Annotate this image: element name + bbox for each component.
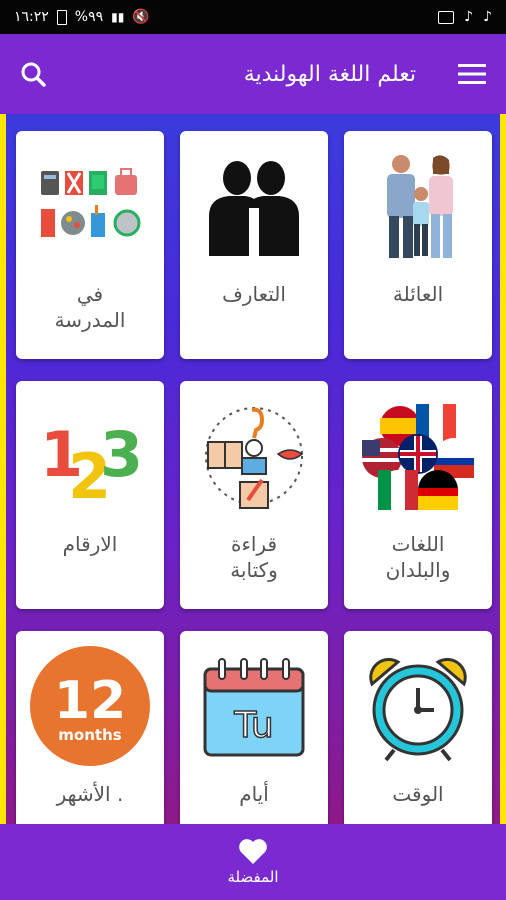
reading-writing-icon bbox=[180, 381, 328, 531]
menu-icon[interactable] bbox=[458, 63, 486, 85]
tiktok-icon-2: ♪ bbox=[483, 9, 492, 25]
category-card-numbers[interactable]: 1 2 3 الارقام bbox=[16, 381, 164, 609]
status-bar: ١٦:٢٢ %٩٩ ▮▮ 🔇 ♪ ♪ bbox=[0, 0, 506, 34]
battery-level: %٩٩ bbox=[74, 9, 104, 25]
category-label: التعارف bbox=[222, 282, 286, 306]
tiktok-icon: ♪ bbox=[464, 9, 474, 25]
category-card-languages[interactable]: اللغات والبلدان bbox=[344, 381, 492, 609]
alarm-clock-icon bbox=[344, 631, 492, 781]
category-label: اللغات والبلدان bbox=[385, 532, 451, 582]
svg-text:12: 12 bbox=[54, 671, 126, 731]
signal-icon: ▮▮ bbox=[111, 10, 125, 24]
app-bar: تعلم اللغة الهولندية bbox=[0, 34, 506, 114]
category-label: قراءة وكتابة bbox=[230, 532, 278, 582]
status-right: ♪ ♪ bbox=[438, 9, 492, 25]
gallery-icon bbox=[438, 10, 455, 24]
category-label: أيام bbox=[239, 782, 269, 806]
family-photo-icon bbox=[344, 131, 492, 281]
category-card-school[interactable]: في المدرسة bbox=[16, 131, 164, 359]
battery-icon bbox=[56, 9, 67, 25]
category-card-family[interactable]: العائلة bbox=[344, 131, 492, 359]
heart-icon[interactable] bbox=[238, 838, 268, 864]
category-label: الارقام bbox=[62, 532, 118, 556]
svg-text:Tu: Tu bbox=[233, 705, 273, 746]
school-supplies-icon bbox=[16, 131, 164, 281]
category-label: العائلة bbox=[392, 282, 444, 306]
flags-icon bbox=[344, 381, 492, 531]
people-silhouette-icon bbox=[180, 131, 328, 281]
clock: ١٦:٢٢ bbox=[14, 9, 49, 25]
category-label: الأشهر . bbox=[56, 782, 124, 806]
category-label: في المدرسة bbox=[54, 282, 126, 332]
months-icon: 12 months bbox=[16, 631, 164, 781]
bottom-nav: المفضلة bbox=[0, 824, 506, 900]
search-icon[interactable] bbox=[20, 61, 46, 87]
numbers-123-icon: 1 2 3 bbox=[16, 381, 164, 531]
category-card-reading-writing[interactable]: قراءة وكتابة bbox=[180, 381, 328, 609]
svg-text:months: months bbox=[58, 726, 121, 744]
favorites-label[interactable]: المفضلة bbox=[227, 868, 278, 886]
calendar-icon: Tu bbox=[180, 631, 328, 781]
status-left: ١٦:٢٢ %٩٩ ▮▮ 🔇 bbox=[14, 9, 150, 25]
page-title: تعلم اللغة الهولندية bbox=[243, 61, 416, 87]
mute-icon: 🔇 bbox=[132, 9, 150, 25]
category-card-acquaintance[interactable]: التعارف bbox=[180, 131, 328, 359]
category-label: الوقت bbox=[392, 782, 444, 806]
svg-text:3: 3 bbox=[100, 418, 143, 491]
